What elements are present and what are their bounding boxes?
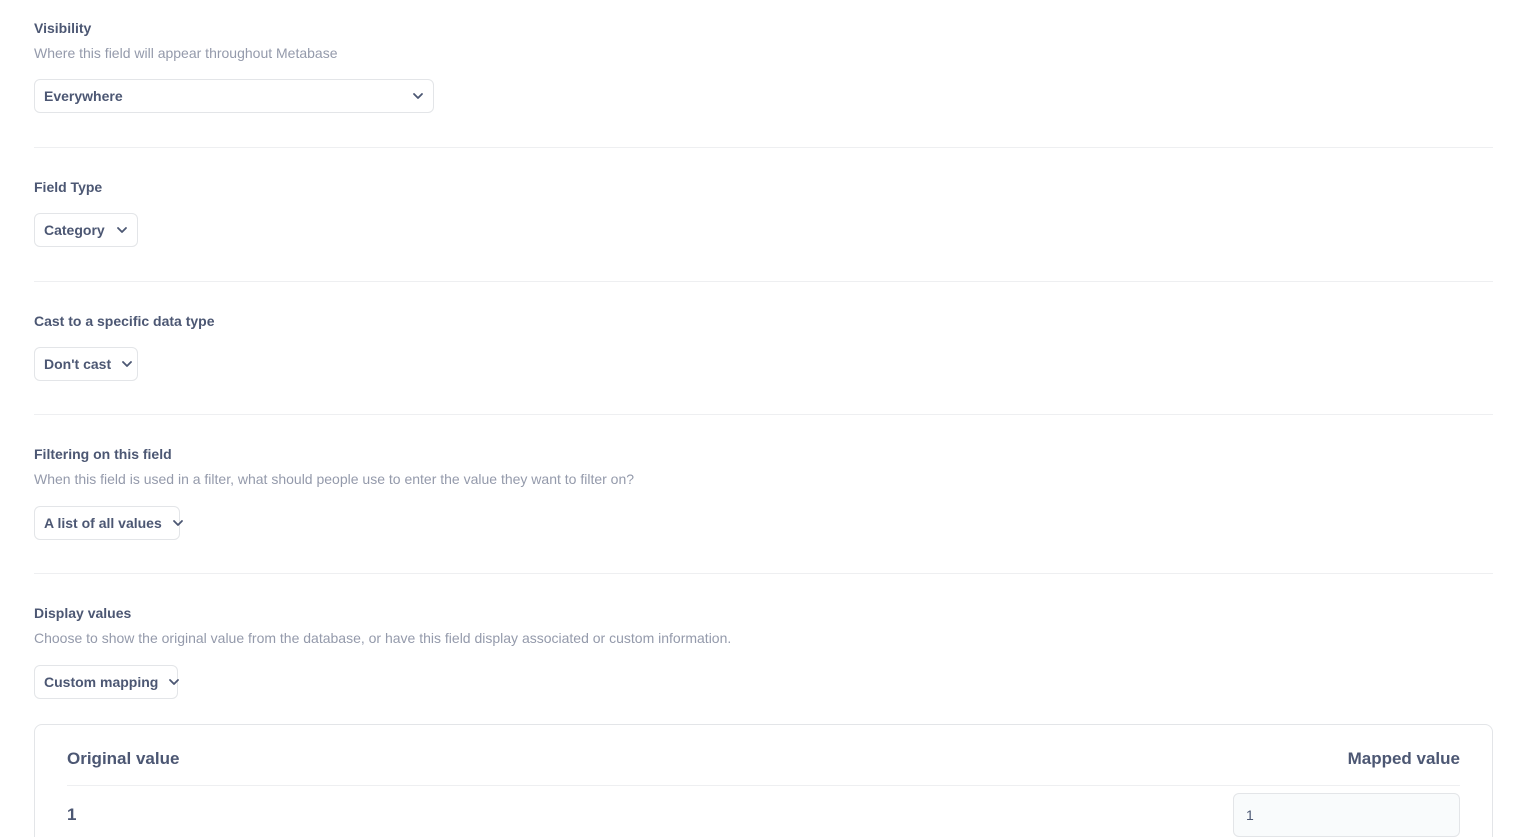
display-values-title: Display values — [34, 605, 132, 621]
display-values-description: Choose to show the original value from t… — [34, 630, 732, 646]
filtering-section: Filtering on this field When this field … — [34, 446, 1493, 487]
cast-select-value: Don't cast — [44, 356, 112, 372]
chevron-down-icon — [172, 517, 184, 529]
custom-mapping-card: Original value Mapped value 1 — [34, 724, 1493, 837]
original-value: 1 — [67, 805, 77, 824]
field-type-select[interactable]: Category — [34, 213, 138, 247]
filtering-description: When this field is used in a filter, wha… — [34, 471, 635, 487]
divider — [34, 573, 1493, 574]
mapping-header: Original value Mapped value — [67, 749, 1460, 786]
divider — [34, 147, 1493, 148]
field-type-section: Field Type — [34, 179, 1493, 195]
chevron-down-icon — [168, 676, 180, 688]
mapped-value-header: Mapped value — [1347, 749, 1460, 768]
original-value-header: Original value — [67, 749, 180, 768]
field-type-title: Field Type — [34, 179, 103, 195]
display-values-select[interactable]: Custom mapping — [34, 665, 180, 699]
visibility-select-value: Everywhere — [44, 88, 123, 104]
visibility-section: Visibility Where this field will appear … — [34, 20, 1493, 61]
filtering-select-value: A list of all values — [44, 515, 162, 531]
filtering-title: Filtering on this field — [34, 446, 172, 462]
chevron-down-icon — [116, 224, 128, 236]
filtering-select[interactable]: A list of all values — [34, 506, 183, 540]
visibility-title: Visibility — [34, 20, 92, 36]
mapping-row: 1 — [67, 793, 1460, 837]
chevron-down-icon — [121, 358, 133, 370]
cast-title: Cast to a specific data type — [34, 313, 215, 329]
field-settings-page: Visibility Where this field will appear … — [0, 0, 1530, 837]
display-values-select-value: Custom mapping — [44, 674, 159, 690]
chevron-down-icon — [412, 90, 424, 102]
cast-section: Cast to a specific data type — [34, 313, 1493, 329]
cast-select[interactable]: Don't cast — [34, 347, 138, 381]
mapped-value-input[interactable] — [1233, 793, 1460, 837]
field-type-select-value: Category — [44, 222, 105, 238]
display-values-section: Display values Choose to show the origin… — [34, 605, 1493, 646]
visibility-description: Where this field will appear throughout … — [34, 45, 338, 61]
divider — [34, 414, 1493, 415]
visibility-select[interactable]: Everywhere — [34, 79, 434, 113]
divider — [34, 281, 1493, 282]
